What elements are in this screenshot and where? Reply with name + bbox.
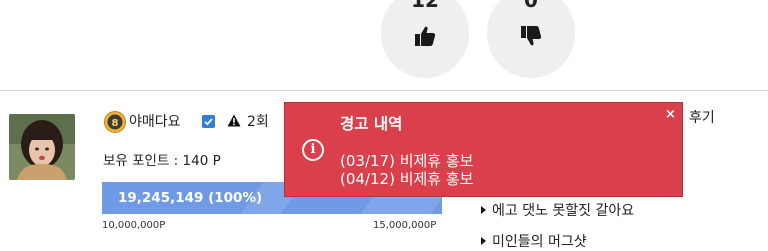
verified-check-icon <box>202 115 215 128</box>
points-balance: 보유 포인트 : 140 P <box>103 153 221 169</box>
thumbs-down-button[interactable]: 0 <box>487 0 575 78</box>
warning-count[interactable]: 2회 <box>247 111 269 131</box>
thumbs-up-count: 12 <box>411 0 439 12</box>
thumbs-up-icon <box>415 26 436 46</box>
progress-label: 19,245,149 (100%) <box>118 190 263 206</box>
popup-title: 경고 내역 <box>340 115 403 133</box>
bullet-triangle-icon <box>481 206 486 214</box>
close-icon[interactable]: × <box>665 107 676 122</box>
thumbs-down-icon <box>521 26 542 46</box>
level-number: 8 <box>112 118 119 129</box>
side-link-label: 에고 댓노 못할짓 갈아요 <box>492 203 635 219</box>
username[interactable]: 야매다요 <box>129 111 181 131</box>
avatar-image <box>9 114 75 180</box>
bullet-triangle-icon <box>481 237 486 245</box>
side-link[interactable]: 미인들의 머그샷 <box>481 231 587 251</box>
section-divider <box>0 90 768 91</box>
warning-history-popup: i 경고 내역 × (03/17) 비제휴 홍보 (04/12) 비제휴 홍보 <box>284 102 683 197</box>
progress-scale-min: 10,000,000P <box>102 220 166 231</box>
side-link-partial[interactable]: 후기 <box>689 107 715 127</box>
warning-item: (04/12) 비제휴 홍보 <box>340 170 474 188</box>
side-link[interactable]: 에고 댓노 못할짓 갈아요 <box>481 200 634 220</box>
progress-scale-max: 15,000,000P <box>373 220 437 231</box>
thumbs-down-count: 0 <box>524 0 538 12</box>
level-badge-icon: 8 <box>104 111 126 133</box>
info-icon: i <box>302 139 324 161</box>
thumbs-up-button[interactable]: 12 <box>381 0 469 78</box>
side-link-label: 미인들의 머그샷 <box>492 234 587 250</box>
avatar[interactable] <box>9 114 75 180</box>
warning-icon <box>227 114 241 127</box>
